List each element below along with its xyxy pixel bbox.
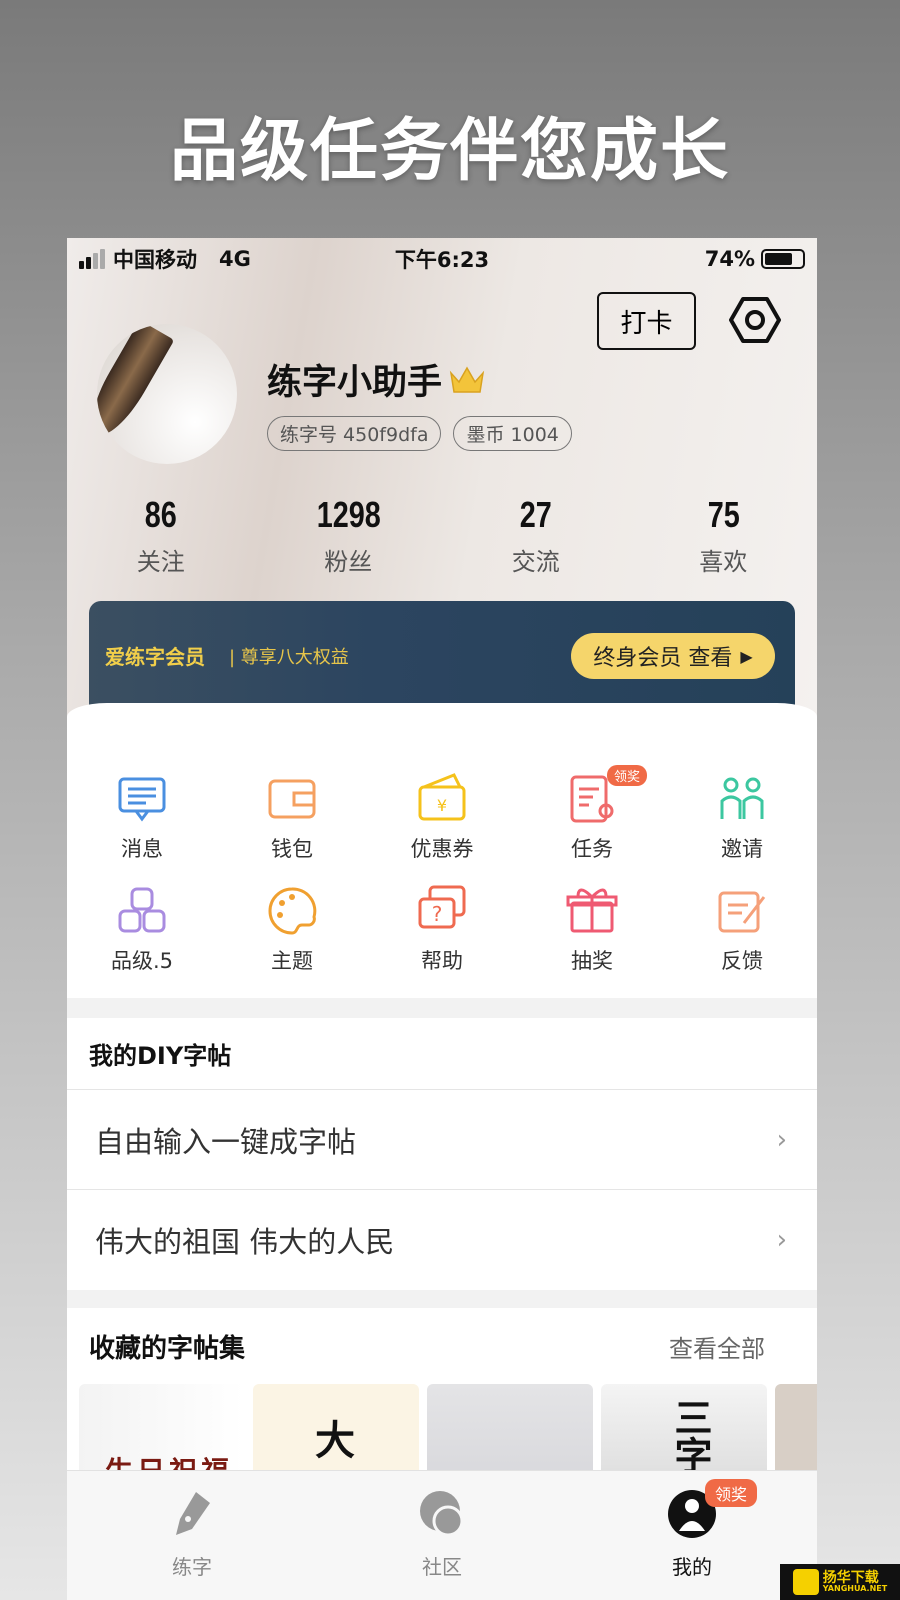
grid-item-label: 帮助 xyxy=(421,949,463,973)
crown-icon xyxy=(449,365,485,393)
stat-label: 喜欢 xyxy=(699,548,748,576)
diy-item[interactable]: 伟大的祖国 伟大的人民 › xyxy=(67,1190,817,1290)
chevron-right-icon: › xyxy=(776,1124,787,1155)
tab-label: 社区 xyxy=(422,1555,462,1579)
grid-item-feedback[interactable]: 反馈 xyxy=(667,883,817,975)
help-icon: ? xyxy=(418,885,466,929)
vip-title: 爱练字会员 xyxy=(105,645,205,669)
favorite-thumb[interactable] xyxy=(427,1384,593,1484)
favorite-thumb[interactable] xyxy=(775,1384,817,1484)
grid-item-gift[interactable]: 抽奖 xyxy=(517,883,667,975)
gift-icon xyxy=(566,888,618,933)
stat-following[interactable]: 86 关注 xyxy=(67,494,255,577)
checkin-button[interactable]: 打卡 xyxy=(597,292,696,350)
stat-likes[interactable]: 75 喜欢 xyxy=(630,494,818,577)
stat-label: 粉丝 xyxy=(324,548,373,576)
clock: 下午6:23 xyxy=(394,248,490,272)
favorite-thumb[interactable]: 三字 xyxy=(601,1384,767,1484)
username: 练字小助手 xyxy=(267,363,443,403)
phone-screen: 中国移动 4G 下午6:23 74% 打卡 练字小助手 练字号 450f9dfa… xyxy=(67,238,817,1600)
diy-item-label: 自由输入一键成字帖 xyxy=(95,1124,357,1159)
diy-item-label: 伟大的祖国 伟大的人民 xyxy=(95,1225,395,1259)
grid-item-label: 主题 xyxy=(271,949,313,973)
stat-label: 交流 xyxy=(511,548,560,576)
feature-grid: 消息 钱包 ¥ 优惠券 领奖 任务 邀请 品级.5 主题? 帮助 抽奖 反馈 xyxy=(67,703,817,975)
user-id-tag: 练字号 450f9dfa xyxy=(267,416,442,451)
grid-item-help[interactable]: ? 帮助 xyxy=(367,883,517,975)
vip-subtitle: | 尊享八大权益 xyxy=(229,647,349,668)
grid-item-label: 反馈 xyxy=(721,949,763,973)
status-bar: 中国移动 4G 下午6:23 74% xyxy=(79,244,805,274)
favorite-thumb[interactable]: 大 xyxy=(253,1384,419,1484)
view-all-link[interactable]: 查看全部 xyxy=(669,1329,765,1364)
feature-grid-card: 消息 钱包 ¥ 优惠券 领奖 任务 邀请 品级.5 主题? 帮助 抽奖 反馈 xyxy=(67,703,817,998)
thumb-text: 大 xyxy=(315,1417,355,1464)
coin-tag[interactable]: 墨币 1004 xyxy=(453,416,572,451)
grid-item-task[interactable]: 领奖任务 xyxy=(517,765,667,863)
grid-item-label: 品级.5 xyxy=(110,949,174,973)
grid-item-label: 优惠券 xyxy=(410,837,474,861)
favorites-title: 收藏的字帖集 xyxy=(89,1333,246,1364)
grid-item-invite[interactable]: 邀请 xyxy=(667,771,817,863)
message-icon xyxy=(118,777,166,822)
stat-label: 关注 xyxy=(136,548,185,576)
pen-nib-icon xyxy=(176,1492,210,1535)
svg-text:?: ? xyxy=(432,902,443,926)
diy-title: 我的DIY字帖 xyxy=(67,1018,817,1090)
grid-item-coupon[interactable]: ¥ 优惠券 xyxy=(367,771,517,863)
grid-item-message[interactable]: 消息 xyxy=(67,771,217,863)
battery-icon xyxy=(761,249,805,269)
community-icon xyxy=(420,1491,464,1537)
grid-item-wallet[interactable]: 钱包 xyxy=(217,771,367,863)
grade-icon xyxy=(118,887,166,933)
invite-icon xyxy=(720,777,764,819)
grid-item-label: 消息 xyxy=(121,837,163,861)
svg-text:¥: ¥ xyxy=(437,796,447,815)
grid-item-label: 抽奖 xyxy=(571,949,613,973)
favorite-thumb[interactable]: 生日祝福 xyxy=(79,1384,245,1484)
thumb-text: 三字 xyxy=(668,1398,713,1474)
reward-badge: 领奖 xyxy=(607,765,648,786)
chevron-right-icon: › xyxy=(776,1225,787,1255)
stat-exchange[interactable]: 27 交流 xyxy=(442,494,630,577)
grid-item-label: 邀请 xyxy=(721,837,763,861)
stat-value: 86 xyxy=(144,494,177,535)
stat-value: 1298 xyxy=(316,494,381,535)
headline: 品级任务伴您成长 xyxy=(169,112,730,191)
settings-icon[interactable] xyxy=(729,294,781,346)
tab-community[interactable]: 社区 xyxy=(317,1471,567,1600)
stat-value: 27 xyxy=(519,494,552,535)
tab-label: 练字 xyxy=(172,1555,212,1579)
grid-item-palette[interactable]: 主题 xyxy=(217,883,367,975)
coupon-icon: ¥ xyxy=(418,773,466,821)
triangle-right-icon: ▶ xyxy=(740,646,753,666)
profile-header: 中国移动 4G 下午6:23 74% 打卡 练字小助手 练字号 450f9dfa… xyxy=(67,238,818,721)
vip-view-button[interactable]: 终身会员 查看 ▶ xyxy=(571,633,775,679)
wallet-icon xyxy=(268,779,316,819)
vip-button-label: 终身会员 查看 xyxy=(593,646,733,671)
grid-item-label: 钱包 xyxy=(271,837,313,861)
grid-item-label: 任务 xyxy=(571,837,613,861)
reward-badge: 领奖 xyxy=(705,1479,758,1507)
diy-section: 我的DIY字帖 自由输入一键成字帖 › 伟大的祖国 伟大的人民 › xyxy=(67,1018,817,1290)
feedback-icon xyxy=(718,891,766,933)
stat-value: 75 xyxy=(707,494,740,535)
watermark-logo: 扬华下载 YANGHUA.NET xyxy=(780,1564,900,1600)
avatar[interactable] xyxy=(97,324,237,464)
tab-practice[interactable]: 练字 xyxy=(67,1471,317,1600)
bottom-tab-bar: 练字 社区 领奖 我的 xyxy=(67,1470,817,1600)
stat-fans[interactable]: 1298 粉丝 xyxy=(255,494,443,577)
palette-icon xyxy=(268,887,317,935)
diy-item[interactable]: 自由输入一键成字帖 › xyxy=(67,1090,817,1190)
grid-item-grade[interactable]: 品级.5 xyxy=(67,883,217,975)
